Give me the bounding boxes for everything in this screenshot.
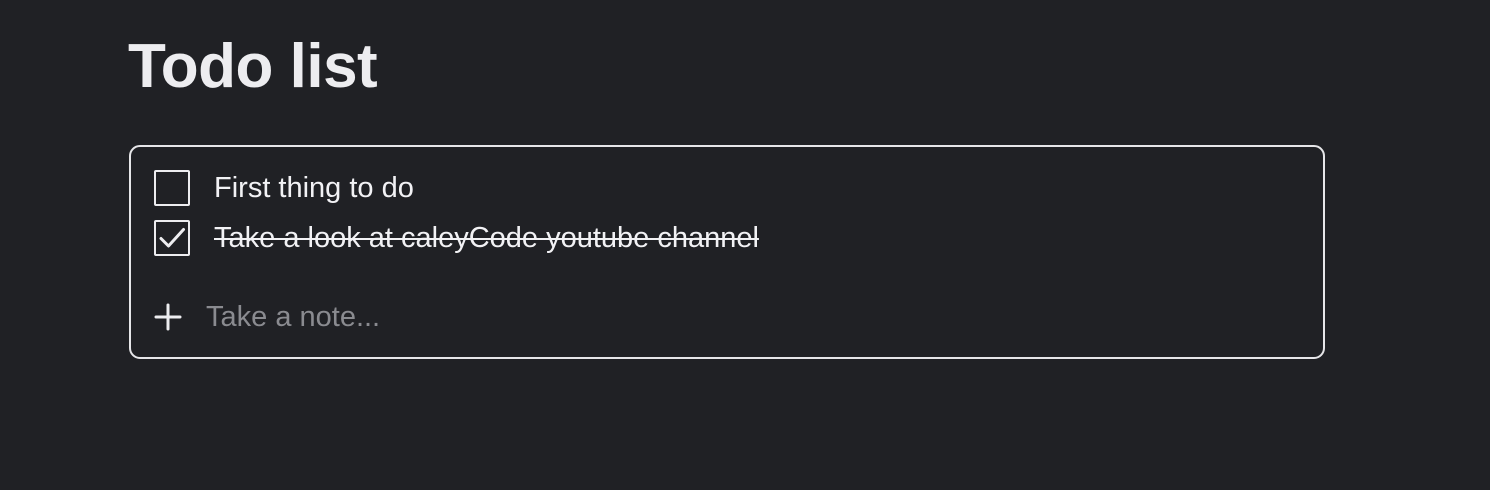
- todo-checkbox-checked[interactable]: [154, 220, 190, 256]
- plus-icon[interactable]: [153, 302, 183, 332]
- todo-item-label: Take a look at caleyCode youtube channel: [214, 222, 759, 254]
- todo-checkbox-unchecked[interactable]: [154, 170, 190, 206]
- todo-card: First thing to do Take a look at caleyCo…: [129, 145, 1325, 359]
- checkmark-icon: [159, 228, 185, 248]
- page-title: Todo list: [128, 32, 378, 101]
- add-note-row: [153, 297, 806, 337]
- todo-item-label: First thing to do: [214, 172, 414, 204]
- todo-item: Take a look at caleyCode youtube channel: [154, 220, 759, 256]
- todo-page: Todo list First thing to do Take a look …: [0, 0, 1490, 490]
- note-input[interactable]: [206, 297, 806, 337]
- todo-item: First thing to do: [154, 170, 414, 206]
